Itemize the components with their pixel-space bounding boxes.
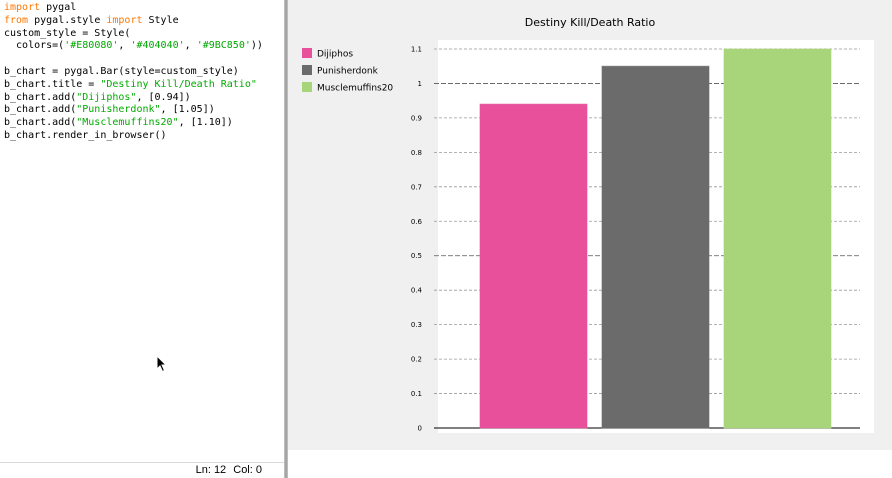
code-string: "Dijiphos" xyxy=(76,91,137,103)
code-keyword: from xyxy=(4,14,29,26)
y-tick-label: 1 xyxy=(418,80,422,88)
code-line[interactable]: import pygal xyxy=(4,2,284,15)
bar-dijiphos[interactable] xyxy=(479,103,588,429)
code-token: pygal xyxy=(40,2,77,13)
bar-chart: Destiny Kill/Death Ratio 0 0.1 0.2 0.3 0.4 0.… xyxy=(288,0,892,450)
code-token: b_chart.add( xyxy=(4,104,77,116)
code-token: pygal.style xyxy=(28,14,107,26)
legend-label[interactable]: Musclemuffins20 xyxy=(317,84,393,94)
y-tick-label: 0 xyxy=(418,425,422,433)
y-tick-label: 0.6 xyxy=(411,218,423,226)
code-line[interactable]: b_chart.title = "Destiny Kill/Death Rati… xyxy=(4,79,284,92)
code-string: "Destiny Kill/Death Ratio" xyxy=(100,78,257,90)
y-tick-label: 0.2 xyxy=(411,356,422,364)
y-tick-label: 0.9 xyxy=(411,114,422,122)
code-string: '#9BC850' xyxy=(196,40,251,52)
code-line[interactable]: custom_style = Style( xyxy=(4,28,284,41)
code-line[interactable]: b_chart.add("Punisherdonk", [1.05]) xyxy=(4,104,284,117)
code-editor-pane[interactable]: import pygal from pygal.style import Styl… xyxy=(0,0,284,478)
mouse-pointer-icon xyxy=(156,355,168,373)
code-line[interactable]: b_chart.add("Dijiphos", [0.94]) xyxy=(4,92,284,105)
bars xyxy=(479,48,832,429)
code-string: "Musclemuffins20" xyxy=(76,117,179,129)
browser-chart-pane: Destiny Kill/Death Ratio 0 0.1 0.2 0.3 0.4 0.… xyxy=(288,0,892,478)
y-tick-label: 0.5 xyxy=(411,252,422,260)
legend-label[interactable]: Dijiphos xyxy=(317,50,353,60)
code-token: , [1.05]) xyxy=(160,104,215,116)
y-tick-label: 0.4 xyxy=(411,287,423,295)
column-number-indicator: Col: 0 xyxy=(233,464,262,476)
y-tick-label: 0.1 xyxy=(411,390,422,398)
status-bar: Ln: 12 Col: 0 xyxy=(0,462,284,478)
legend-swatch[interactable] xyxy=(302,48,312,58)
code-token: b_chart = pygal.Bar(style=custom_style) xyxy=(4,65,239,77)
y-tick-label: 1.1 xyxy=(411,46,422,54)
code-token: , [0.94]) xyxy=(136,91,191,103)
legend-swatch[interactable] xyxy=(302,65,312,75)
code-token: , xyxy=(184,40,197,52)
legend-label[interactable]: Punisherdonk xyxy=(317,67,379,77)
code-token: b_chart.render_in_browser() xyxy=(4,129,167,141)
code-line[interactable]: b_chart.render_in_browser() xyxy=(4,130,284,143)
code-string: '#404040' xyxy=(130,40,185,52)
code-string: '#E80080' xyxy=(64,40,119,52)
code-token: , [1.10]) xyxy=(178,117,233,129)
code-token: b_chart.add( xyxy=(4,91,77,103)
code-line[interactable] xyxy=(4,53,284,66)
y-tick-label: 0.7 xyxy=(411,183,422,191)
y-tick-label: 0.8 xyxy=(411,149,422,157)
legend-swatch[interactable] xyxy=(302,82,312,92)
code-token: colors=( xyxy=(4,40,65,52)
code-line[interactable]: b_chart.add("Musclemuffins20", [1.10]) xyxy=(4,117,284,130)
code-token: custom_style = Style( xyxy=(4,27,131,39)
code-token: , xyxy=(118,40,131,52)
code-token: b_chart.title = xyxy=(4,78,101,90)
chart-title: Destiny Kill/Death Ratio xyxy=(525,16,656,29)
bar-musclemuffins20[interactable] xyxy=(723,48,832,429)
code-token: b_chart.add( xyxy=(4,117,77,129)
bar-punisherdonk[interactable] xyxy=(601,65,710,429)
line-number-indicator: Ln: 12 xyxy=(195,464,227,476)
code-keyword: import xyxy=(4,2,41,13)
code-token: )) xyxy=(250,40,263,52)
code-token: Style xyxy=(142,14,179,26)
y-tick-label: 0.3 xyxy=(411,321,422,329)
code-line[interactable]: colors=('#E80080', '#404040', '#9BC850')… xyxy=(4,40,284,53)
code-line[interactable]: from pygal.style import Style xyxy=(4,15,284,28)
code-text-area[interactable]: import pygal from pygal.style import Styl… xyxy=(4,2,284,143)
code-line[interactable]: b_chart = pygal.Bar(style=custom_style) xyxy=(4,66,284,79)
code-keyword: import xyxy=(106,14,143,26)
code-string: "Punisherdonk" xyxy=(76,104,161,116)
